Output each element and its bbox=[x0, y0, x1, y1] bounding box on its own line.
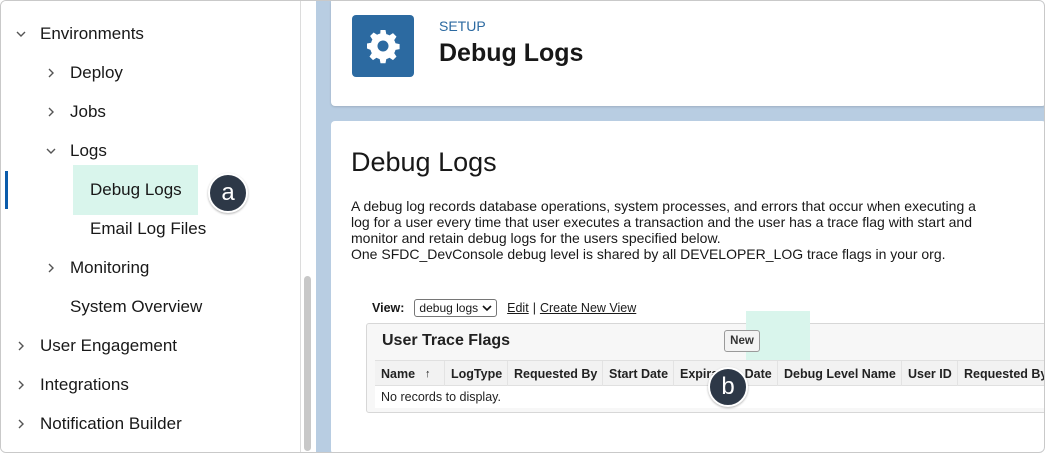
sidebar-item-label: System Overview bbox=[70, 297, 203, 316]
column-header-name[interactable]: Name ↑ bbox=[375, 361, 445, 386]
sidebar-item-integrations[interactable]: Integrations bbox=[1, 366, 301, 404]
link-separator: | bbox=[532, 301, 536, 315]
view-selector-row: View: debug logs Edit | Create New View bbox=[372, 299, 636, 317]
view-select-value: debug logs bbox=[419, 301, 479, 315]
description-line: One SFDC_DevConsole debug level is share… bbox=[351, 246, 946, 262]
content-card: Debug Logs A debug log records database … bbox=[331, 121, 1044, 452]
sidebar-scrollbar[interactable] bbox=[304, 276, 311, 451]
callout-b: b bbox=[708, 367, 748, 407]
sidebar-item-label: Deploy bbox=[70, 63, 123, 82]
sidebar-item-label: Email Log Files bbox=[90, 219, 207, 238]
create-new-view-link[interactable]: Create New View bbox=[540, 301, 636, 315]
sidebar-item-label: Notification Builder bbox=[40, 414, 182, 433]
sidebar-item-debug-logs[interactable]: Debug Logs bbox=[1, 171, 301, 209]
page-header-title: Debug Logs bbox=[439, 39, 584, 67]
callout-a: a bbox=[208, 173, 248, 213]
sidebar-item-label: Integrations bbox=[40, 375, 129, 394]
chevron-down-icon[interactable] bbox=[13, 26, 29, 42]
sidebar-item-user-engagement[interactable]: User Engagement bbox=[1, 327, 301, 365]
sidebar-item-jobs[interactable]: Jobs bbox=[1, 93, 301, 131]
sidebar-item-label: User Engagement bbox=[40, 336, 178, 355]
sidebar-item-label: Logs bbox=[70, 141, 107, 160]
page-description: A debug log records database operations,… bbox=[351, 198, 1044, 262]
description-line: monitor and retain debug logs for the us… bbox=[351, 230, 721, 246]
setup-sidebar: Environments Deploy Jobs Logs Debug Logs… bbox=[1, 1, 301, 452]
sidebar-item-label: Environments bbox=[40, 24, 144, 43]
column-header-debug-level-name[interactable]: Debug Level Name bbox=[778, 361, 902, 386]
sort-ascending-icon: ↑ bbox=[425, 367, 431, 380]
edit-view-link[interactable]: Edit bbox=[507, 301, 529, 315]
view-select[interactable]: debug logs bbox=[414, 299, 498, 317]
column-label: Debug Level Name bbox=[784, 366, 896, 381]
main-content: SETUP Debug Logs Debug Logs A debug log … bbox=[316, 1, 1044, 452]
column-label: Requested By bbox=[514, 366, 598, 381]
sidebar-item-email-log-files[interactable]: Email Log Files bbox=[1, 210, 301, 248]
sidebar-item-environments[interactable]: Environments bbox=[1, 15, 301, 53]
column-label: Requested By I bbox=[964, 366, 1044, 381]
window-frame: Environments Deploy Jobs Logs Debug Logs… bbox=[0, 0, 1045, 453]
sidebar-item-logs[interactable]: Logs bbox=[1, 132, 301, 170]
new-trace-flag-button[interactable]: New bbox=[724, 330, 760, 352]
column-label: Start Date bbox=[609, 366, 669, 381]
sidebar-item-monitoring[interactable]: Monitoring bbox=[1, 249, 301, 287]
description-line: A debug log records database operations,… bbox=[351, 198, 976, 214]
page-header: SETUP Debug Logs bbox=[331, 1, 1044, 106]
table-title: User Trace Flags bbox=[382, 332, 511, 349]
column-label: User ID bbox=[908, 366, 952, 381]
user-trace-flags-panel: User Trace Flags New Name ↑ LogType Reque… bbox=[366, 311, 1044, 413]
column-header-logtype[interactable]: LogType bbox=[445, 361, 508, 386]
chevron-right-icon[interactable] bbox=[43, 65, 59, 81]
chevron-right-icon[interactable] bbox=[13, 338, 29, 354]
sidebar-item-notification-builder[interactable]: Notification Builder bbox=[1, 405, 301, 443]
column-label: Name bbox=[381, 366, 416, 381]
description-line: log for a user every time that user exec… bbox=[351, 214, 972, 230]
page-title: Debug Logs bbox=[351, 147, 497, 177]
column-header-requested-by[interactable]: Requested By bbox=[508, 361, 603, 386]
sidebar-item-label: Jobs bbox=[70, 102, 106, 121]
column-header-requested-by-id[interactable]: Requested By I bbox=[958, 361, 1044, 386]
chevron-down-icon[interactable] bbox=[43, 143, 59, 159]
chevron-right-icon[interactable] bbox=[43, 104, 59, 120]
gear-icon bbox=[352, 15, 414, 77]
sidebar-item-label: Debug Logs bbox=[90, 180, 182, 199]
chevron-down-icon bbox=[482, 305, 492, 312]
sidebar-item-deploy[interactable]: Deploy bbox=[1, 54, 301, 92]
selected-indicator bbox=[5, 171, 8, 209]
column-label: LogType bbox=[451, 366, 503, 381]
chevron-right-icon[interactable] bbox=[43, 260, 59, 276]
chevron-right-icon[interactable] bbox=[13, 377, 29, 393]
chevron-right-icon[interactable] bbox=[13, 416, 29, 432]
view-label: View: bbox=[372, 301, 405, 315]
column-header-user-id[interactable]: User ID bbox=[902, 361, 958, 386]
breadcrumb-setup: SETUP bbox=[439, 18, 486, 34]
column-header-start-date[interactable]: Start Date bbox=[603, 361, 674, 386]
sidebar-item-label: Monitoring bbox=[70, 258, 150, 277]
sidebar-item-system-overview[interactable]: System Overview bbox=[1, 288, 301, 326]
